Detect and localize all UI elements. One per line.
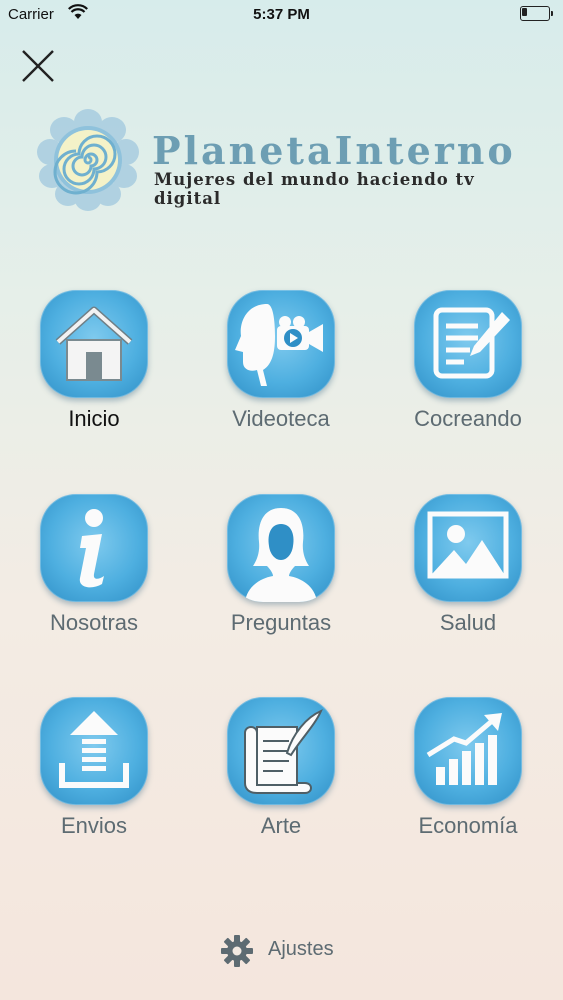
menu-item-label: Cocreando <box>414 406 522 431</box>
menu-item-label: Arte <box>260 813 302 838</box>
info-icon <box>79 509 104 588</box>
status-bar: Carrier 5:37 PM <box>0 0 563 30</box>
menu-item-label: Preguntas <box>230 610 332 635</box>
menu-item-label: Inicio <box>68 406 120 431</box>
menu-item-label: Envios <box>60 813 128 838</box>
menu-item-label: Salud <box>439 610 497 635</box>
gear-icon <box>221 935 253 967</box>
video-profile-icon <box>235 304 323 386</box>
document-edit-icon <box>433 307 510 379</box>
menu-item-inicio[interactable]: Inicio <box>13 290 173 450</box>
brand-title: PlanetaInterno <box>152 128 516 173</box>
menu-item-arte[interactable]: Arte <box>200 697 360 857</box>
menu-item-salud[interactable]: Salud <box>387 494 547 654</box>
scroll-quill-icon <box>244 709 323 794</box>
menu-item-envios[interactable]: Envios <box>13 697 173 857</box>
menu-item-label: Economía <box>418 813 518 838</box>
growth-chart-icon <box>426 713 502 785</box>
home-icon <box>55 306 133 381</box>
woman-silhouette-icon <box>245 508 317 602</box>
close-icon <box>22 50 54 82</box>
menu-item-nosotras[interactable]: Nosotras <box>13 494 173 654</box>
menu-item-label: Nosotras <box>49 610 139 635</box>
menu-item-cocreando[interactable]: Cocreando <box>387 290 547 450</box>
battery-icon <box>520 6 553 22</box>
shell-spiral-icon <box>37 109 139 211</box>
menu-item-label: Videoteca <box>232 406 330 431</box>
menu-item-videoteca[interactable]: Videoteca <box>200 290 360 450</box>
menu-item-preguntas[interactable]: Preguntas <box>200 494 360 654</box>
brand-tagline: Mujeres del mundo haciendo tv digital <box>154 170 475 208</box>
image-mountains-icon <box>427 511 509 579</box>
clock: 5:37 PM <box>253 6 310 23</box>
upload-icon <box>59 711 129 788</box>
brand-logo: PlanetaInterno Mujeres del mundo haciend… <box>34 108 534 213</box>
close-button[interactable] <box>18 46 58 86</box>
settings-label: Ajustes <box>268 938 334 960</box>
menu-item-economia[interactable]: Economía <box>387 697 547 857</box>
